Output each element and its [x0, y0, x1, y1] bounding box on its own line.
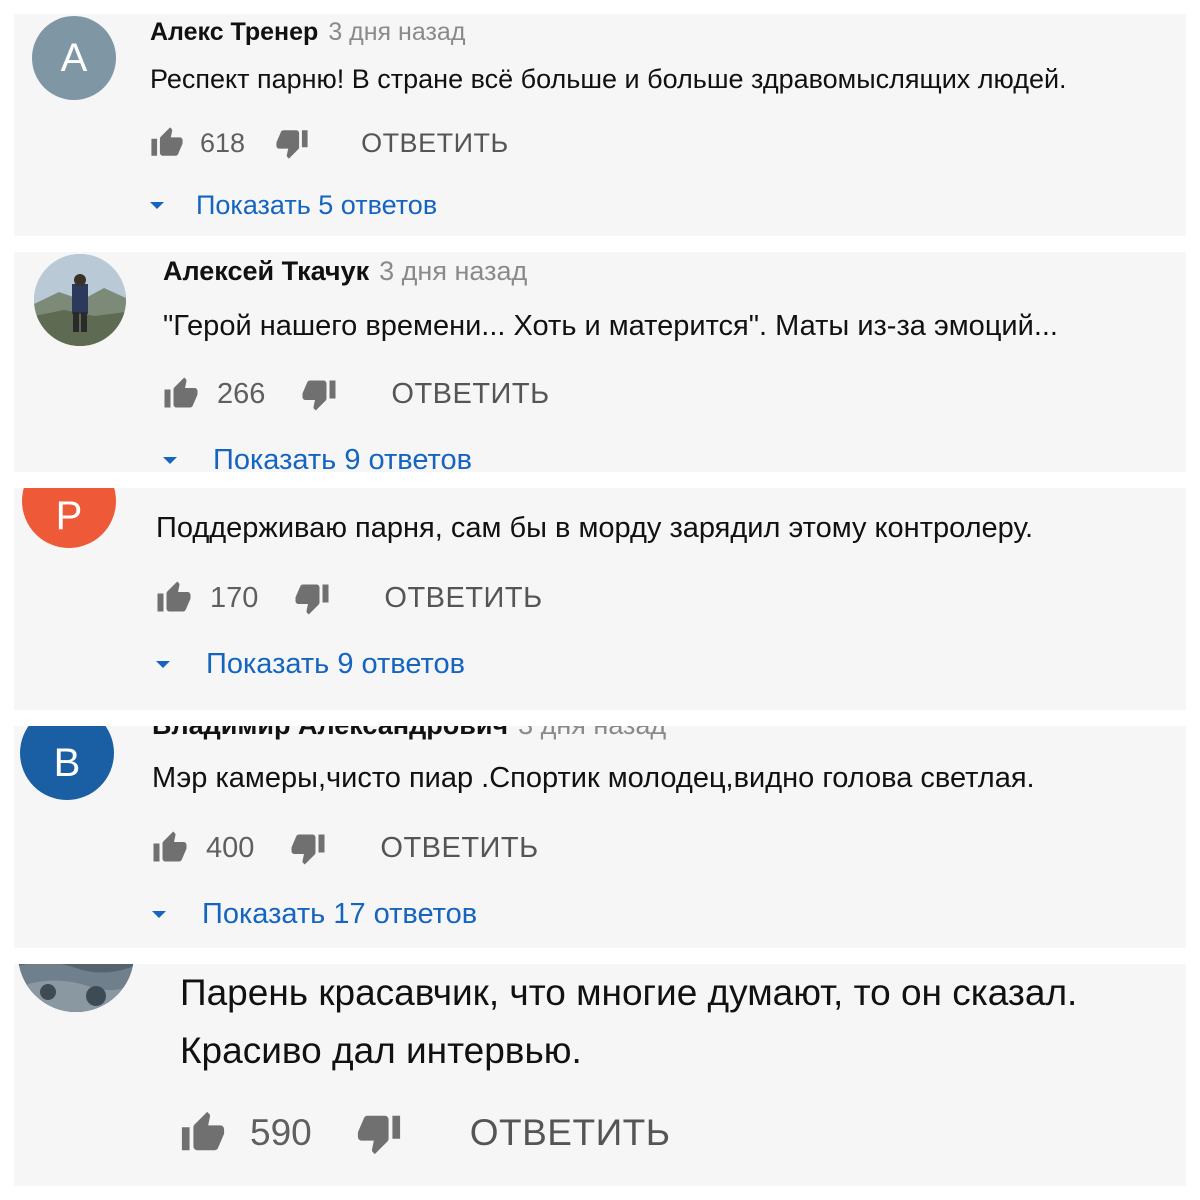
comment-time[interactable]: 3 дня назад — [518, 726, 666, 740]
comment-card: Парень красавчик, что многие думают, то … — [14, 964, 1186, 1186]
avatar-letter: А — [60, 35, 88, 80]
comment-card: Алексей Ткачук 3 дня назад "Герой нашего … — [14, 252, 1186, 472]
caret-down-icon — [156, 661, 170, 668]
avatar[interactable] — [34, 254, 126, 346]
comment-card: А Алекс Тренер 3 дня назад Респект парню!… — [14, 14, 1186, 236]
like-count: 400 — [206, 831, 255, 864]
show-replies-label: Показать 17 ответов — [202, 898, 478, 930]
comment-actions: 590 ОТВЕТИТЬ — [180, 1110, 671, 1156]
author-name[interactable]: Владимир Александрович — [152, 726, 508, 740]
reply-button[interactable]: ОТВЕТИТЬ — [384, 582, 542, 615]
comment-text-line-1: Парень красавчик, что многие думают, то … — [180, 972, 1078, 1013]
thumb-up-icon[interactable] — [156, 580, 192, 616]
author-name[interactable]: Алекс Тренер — [150, 18, 318, 46]
show-replies-label: Показать 9 ответов — [213, 444, 473, 472]
comment-header: Алекс Тренер 3 дня назад — [150, 18, 465, 47]
thumb-down-icon[interactable] — [356, 1110, 402, 1156]
reply-button[interactable]: ОТВЕТИТЬ — [470, 1112, 671, 1154]
comment-text: "Герой нашего времени... Хоть и материтс… — [163, 310, 1058, 342]
comment-text: Респект парню! В стране всё больше и бол… — [150, 64, 1067, 94]
show-replies-button[interactable]: Показать 9 ответов — [156, 648, 465, 681]
thumb-down-icon[interactable] — [301, 376, 337, 412]
comment-card: Р Поддерживаю парня, сам бы в морду заря… — [14, 488, 1186, 710]
avatar[interactable]: А — [32, 16, 116, 100]
comment-card: Владимир Александрович 3 дня назад В Мэр … — [14, 726, 1186, 948]
comment-header: Владимир Александрович 3 дня назад — [152, 726, 666, 741]
thumb-up-icon[interactable] — [152, 830, 188, 866]
caret-down-icon — [163, 457, 177, 464]
reply-button[interactable]: ОТВЕТИТЬ — [391, 378, 549, 411]
comment-header: Алексей Ткачук 3 дня назад — [163, 256, 527, 287]
comment-text: Мэр камеры,чисто пиар .Спортик молодец,в… — [152, 762, 1035, 794]
thumb-up-icon[interactable] — [180, 1110, 226, 1156]
reply-button[interactable]: ОТВЕТИТЬ — [380, 832, 538, 865]
avatar-photo — [18, 964, 134, 1012]
reply-button[interactable]: ОТВЕТИТЬ — [361, 128, 509, 159]
like-count: 170 — [210, 581, 259, 614]
thumb-up-icon[interactable] — [163, 376, 199, 412]
avatar[interactable] — [18, 964, 134, 1012]
avatar-letter: Р — [55, 493, 83, 538]
author-name[interactable]: Алексей Ткачук — [163, 256, 369, 286]
comment-text: Поддерживаю парня, сам бы в морду заряди… — [156, 512, 1034, 544]
show-replies-label: Показать 9 ответов — [206, 648, 466, 680]
caret-down-icon — [152, 911, 166, 918]
comment-text-line-2: Красиво дал интервью. — [180, 1030, 582, 1071]
comment-actions: 618 ОТВЕТИТЬ — [150, 126, 509, 160]
comment-time[interactable]: 3 дня назад — [379, 256, 527, 286]
like-count: 590 — [250, 1112, 312, 1153]
comment-actions: 400 ОТВЕТИТЬ — [152, 830, 539, 866]
like-count: 618 — [200, 127, 246, 158]
show-replies-button[interactable]: Показать 5 ответов — [150, 190, 437, 221]
like-count: 266 — [217, 377, 266, 410]
show-replies-button[interactable]: Показать 9 ответов — [163, 444, 472, 472]
thumb-down-icon[interactable] — [290, 830, 326, 866]
show-replies-label: Показать 5 ответов — [196, 190, 438, 220]
comment-actions: 266 ОТВЕТИТЬ — [163, 376, 550, 412]
show-replies-button[interactable]: Показать 17 ответов — [152, 898, 477, 931]
thumb-up-icon[interactable] — [150, 126, 184, 160]
comment-time[interactable]: 3 дня назад — [328, 18, 465, 46]
avatar-photo — [34, 254, 126, 346]
thumb-down-icon[interactable] — [275, 126, 309, 160]
avatar-letter: В — [53, 740, 81, 785]
thumb-down-icon[interactable] — [294, 580, 330, 616]
avatar[interactable]: В — [20, 726, 114, 800]
comment-actions: 170 ОТВЕТИТЬ — [156, 580, 543, 616]
caret-down-icon — [150, 202, 164, 209]
avatar[interactable]: Р — [22, 488, 116, 548]
